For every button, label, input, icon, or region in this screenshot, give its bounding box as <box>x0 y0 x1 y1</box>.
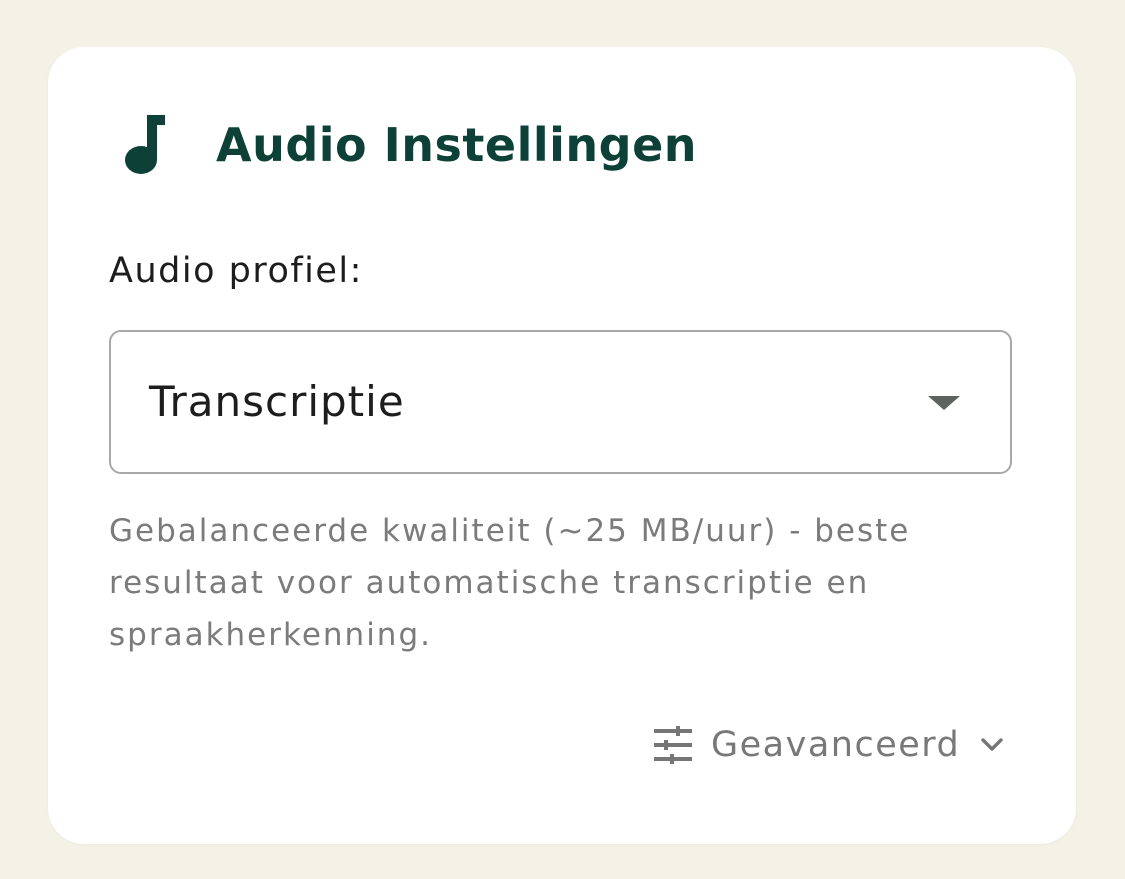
chevron-down-icon <box>981 738 1003 751</box>
advanced-toggle-label: Geavanceerd <box>711 725 961 765</box>
advanced-toggle-button[interactable]: Geavanceerd <box>654 722 1004 768</box>
card-title: Audio Instellingen <box>216 118 698 172</box>
card-header: Audio Instellingen <box>124 115 697 175</box>
music-note-icon <box>125 115 165 174</box>
audio-profile-description: Gebalanceerde kwaliteit (~25 MB/uur) - b… <box>109 513 911 653</box>
audio-profile-select[interactable]: Transcriptie <box>109 330 1012 474</box>
tune-icon <box>654 726 692 764</box>
audio-profile-selected-value: Transcriptie <box>149 377 405 426</box>
caret-down-icon <box>928 396 960 410</box>
audio-settings-card: Audio Instellingen Audio profiel: Transc… <box>48 47 1076 844</box>
audio-profile-label: Audio profiel: <box>109 251 363 291</box>
